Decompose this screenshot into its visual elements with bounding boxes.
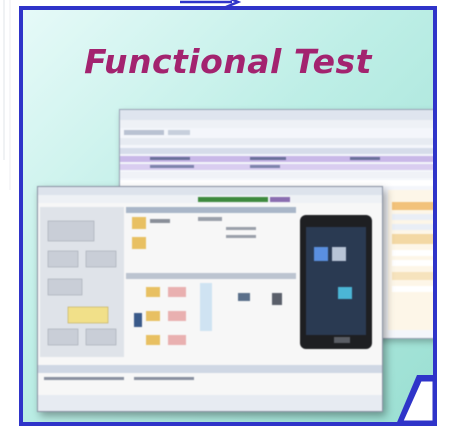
slide-title: Functional Test <box>84 42 372 81</box>
slide-card: Functional Test <box>19 6 437 426</box>
arrow-icon <box>180 0 242 9</box>
phone-device-icon <box>300 215 372 349</box>
functional-test-tool-screenshot <box>37 186 383 412</box>
left-margin-decoration <box>0 0 19 433</box>
page-fold-icon <box>397 375 433 422</box>
